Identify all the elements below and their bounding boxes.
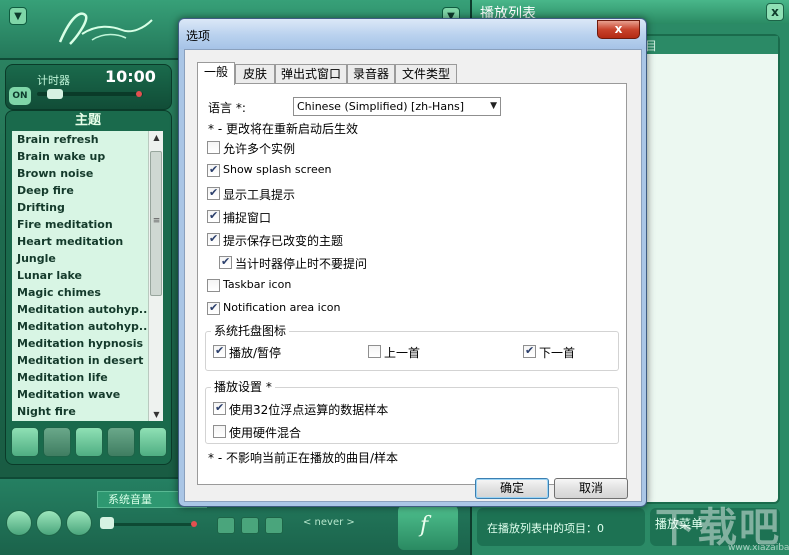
leaf-logo: f [398, 505, 458, 550]
list-item[interactable]: Brown noise [12, 165, 148, 182]
add-button[interactable] [217, 517, 235, 534]
tab-skin[interactable]: 皮肤 [235, 64, 275, 84]
checkbox-hardware-mixing[interactable] [213, 425, 226, 438]
language-select[interactable]: Chinese (Simplified) [zh-Hans] ▼ [293, 97, 501, 116]
list-item[interactable]: Deep fire [12, 182, 148, 199]
player-menu-button[interactable]: ▼ [9, 7, 27, 25]
checkbox-label: 播放/暂停 [229, 346, 282, 360]
checkbox-splash-screen[interactable] [207, 163, 220, 177]
tab-general[interactable]: 一般 [197, 62, 235, 85]
checkbox-float-samples[interactable] [213, 401, 226, 415]
language-select-value: Chinese (Simplified) [zh-Hans] [297, 100, 465, 113]
checkbox-multiple-instances[interactable] [207, 141, 220, 154]
cancel-button[interactable]: 取消 [554, 478, 628, 499]
checkbox-label: Taskbar icon [223, 278, 292, 291]
more-button[interactable] [139, 427, 167, 457]
checkbox-label: 上一首 [384, 346, 421, 360]
tray-group-title: 系统托盘图标 [211, 322, 290, 339]
checkbox-label: Show splash screen [223, 163, 332, 176]
scroll-down-icon[interactable]: ▼ [149, 410, 164, 419]
playlist-close-button[interactable]: x [766, 3, 784, 21]
checkbox-tray-play-pause[interactable] [213, 344, 226, 358]
dialog-title: 选项 [186, 29, 211, 43]
checkbox-label: 使用32位浮点运算的数据样本 [229, 403, 389, 417]
checkbox-notification-icon[interactable] [207, 301, 220, 315]
language-label: 语言 *: [208, 101, 246, 115]
checkbox-label: 使用硬件混合 [229, 426, 302, 440]
list-item[interactable]: Fire meditation [12, 216, 148, 233]
list-item[interactable]: Brain wake up [12, 148, 148, 165]
theme-scrollbar[interactable]: ▲ ≡ ▼ [148, 131, 163, 421]
chevron-down-icon: ▼ [490, 101, 497, 111]
list-item[interactable]: Jungle [12, 250, 148, 267]
theme-toolbar [11, 427, 167, 459]
options-dialog: 选项 x 一般 皮肤 弹出式窗口 录音器 文件类型 语言 *: Chinese … [178, 18, 647, 507]
scroll-grip-icon: ≡ [152, 216, 161, 226]
leaf-icon: f [420, 513, 429, 538]
list-item[interactable]: Meditation autohyp... [12, 301, 148, 318]
checkbox-label: Notification area icon [223, 301, 341, 314]
checkbox-label: 当计时器停止时不要提问 [235, 257, 368, 271]
restart-note: * - 更改将在重新启动后生效 [208, 122, 358, 136]
volume-slider-knob[interactable] [100, 517, 114, 529]
tab-file-types[interactable]: 文件类型 [395, 64, 457, 84]
checkbox-label: 下一首 [539, 346, 576, 360]
checkbox-tooltips[interactable] [207, 186, 220, 200]
settings-gear-button[interactable] [6, 510, 32, 536]
checkbox-label: 显示工具提示 [223, 188, 296, 202]
checkbox-label: 提示保存已改变的主题 [223, 234, 344, 248]
prev-button[interactable] [241, 517, 259, 534]
checkbox-label: 捕捉窗口 [223, 211, 272, 225]
stop-button[interactable] [43, 427, 71, 457]
checkbox-tray-next[interactable] [523, 344, 536, 358]
tab-popup[interactable]: 弹出式窗口 [275, 64, 347, 84]
next-button[interactable] [265, 517, 283, 534]
list-item[interactable]: Meditation in desert [12, 352, 148, 369]
volume-slider-end [191, 521, 197, 527]
list-item[interactable]: Magic chimes [12, 284, 148, 301]
dialog-titlebar [179, 19, 646, 49]
save-theme-button[interactable] [107, 427, 135, 457]
list-item[interactable]: Drifting [12, 199, 148, 216]
checkbox-taskbar-icon[interactable] [207, 279, 220, 292]
timer-slider-end [136, 91, 142, 97]
scroll-up-icon[interactable]: ▲ [149, 133, 164, 142]
music-note-button[interactable] [75, 427, 103, 457]
list-item[interactable]: Night fire [12, 403, 148, 420]
timer-status-label: < never > [303, 517, 355, 528]
checkbox-prompt-save-theme[interactable] [207, 232, 220, 246]
record-button[interactable] [66, 510, 92, 536]
watermark-url: www.xiazaiba.com [728, 543, 789, 553]
checkbox-label: 允许多个实例 [223, 142, 296, 156]
list-item[interactable]: Heart meditation [12, 233, 148, 250]
tab-recorder[interactable]: 录音器 [347, 64, 395, 84]
playlist-item-count: 在播放列表中的项目：0 [487, 522, 604, 535]
theme-list[interactable]: Brain refresh Brain wake up Brown noise … [12, 131, 148, 421]
list-item[interactable]: Brain refresh [12, 131, 148, 148]
playback-group-title: 播放设置 * [211, 378, 275, 395]
list-item[interactable]: Lunar lake [12, 267, 148, 284]
checkbox-snap-windows[interactable] [207, 209, 220, 223]
clock-button[interactable] [36, 510, 62, 536]
ok-button[interactable]: 确定 [475, 478, 549, 499]
timer-value: 10:00 [105, 67, 156, 86]
checkbox-tray-previous[interactable] [368, 345, 381, 358]
new-theme-button[interactable] [11, 427, 39, 457]
list-item[interactable]: Meditation autohyp... [12, 318, 148, 335]
list-item[interactable]: Meditation wave [12, 386, 148, 403]
list-item[interactable]: Meditation hypnosis [12, 335, 148, 352]
list-item[interactable]: Meditation life [12, 369, 148, 386]
app-logo [58, 12, 153, 45]
checkbox-no-ask-timer[interactable] [219, 255, 232, 269]
timer-on-button[interactable]: ON [9, 87, 31, 105]
volume-slider[interactable] [100, 523, 196, 526]
dialog-close-button[interactable]: x [597, 20, 640, 39]
timer-slider-knob[interactable] [47, 89, 63, 99]
timer-label: 计时器 [37, 74, 70, 87]
theme-title: 主题 [74, 113, 101, 128]
playback-note: * - 不影响当前正在播放的曲目/样本 [208, 451, 399, 465]
